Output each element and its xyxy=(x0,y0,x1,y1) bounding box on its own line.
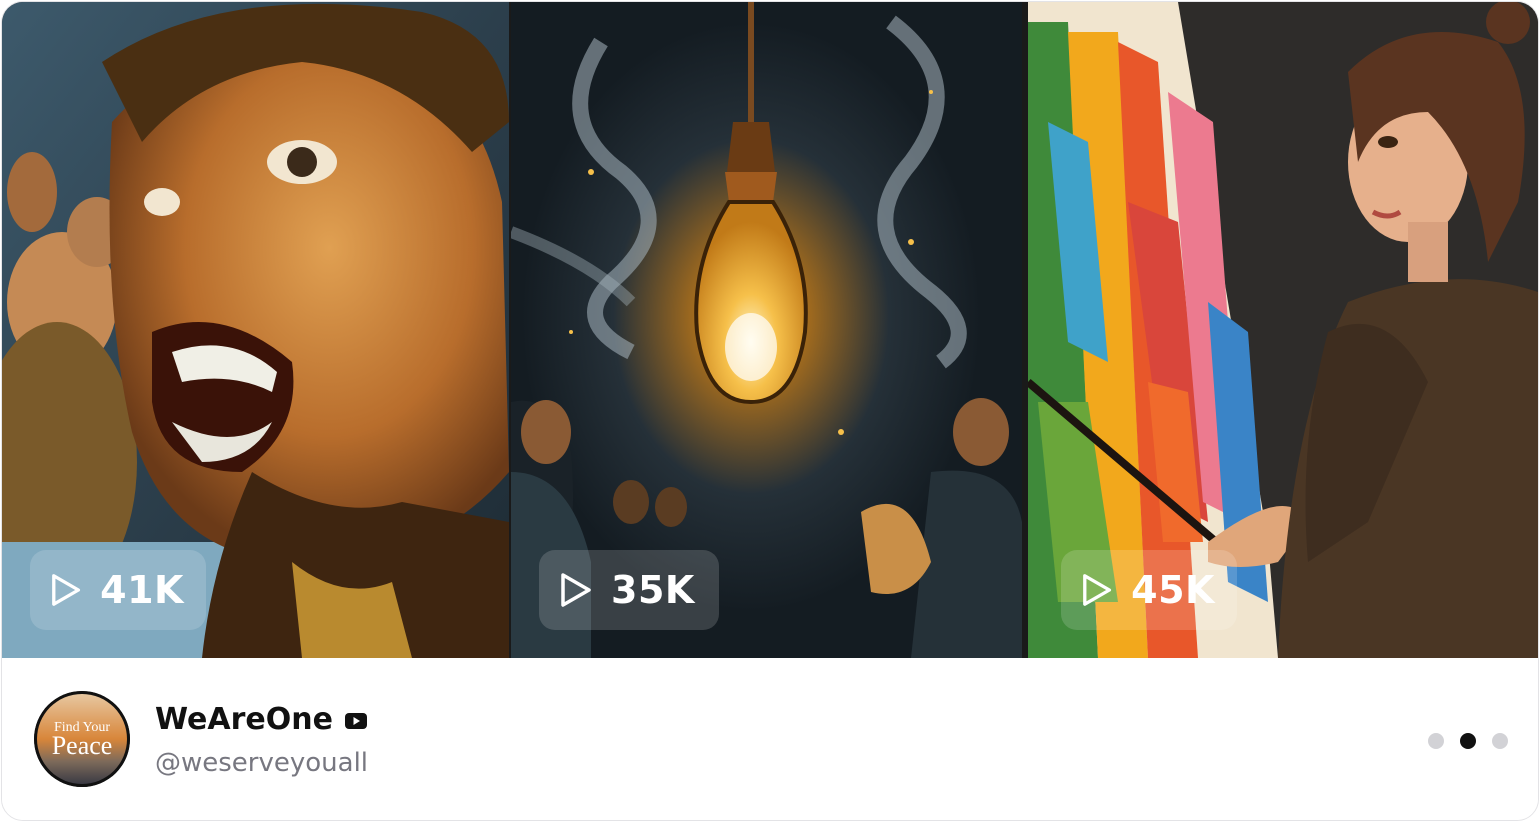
play-icon xyxy=(52,574,81,606)
channel-footer: Find Your Peace WeAreOne @weserveyouall xyxy=(2,658,1538,820)
video-tile-1[interactable]: 41K xyxy=(2,2,509,658)
carousel-pagination xyxy=(1428,733,1508,749)
view-count-badge: 45K xyxy=(1061,550,1237,630)
channel-name[interactable]: WeAreOne xyxy=(155,702,333,737)
avatar-image: Find Your Peace xyxy=(34,691,130,787)
video-tile-2[interactable]: 35K xyxy=(511,2,1022,658)
avatar-line-2: Peace xyxy=(52,731,113,760)
video-gallery: 41K 35K 45K xyxy=(2,2,1538,658)
pagination-dot-2[interactable] xyxy=(1460,733,1476,749)
pagination-dot-3[interactable] xyxy=(1492,733,1508,749)
video-tile-3[interactable]: 45K xyxy=(1028,2,1538,658)
view-count-badge: 41K xyxy=(30,550,206,630)
view-count: 35K xyxy=(611,568,695,612)
channel-card: 41K 35K 45K Find Your Peace WeAreOne @we… xyxy=(1,1,1539,821)
play-icon xyxy=(1083,574,1112,606)
play-icon xyxy=(561,573,591,607)
youtube-icon xyxy=(344,712,367,729)
view-count-badge: 35K xyxy=(539,550,719,630)
view-count: 45K xyxy=(1131,568,1215,612)
view-count: 41K xyxy=(100,568,184,612)
pagination-dot-1[interactable] xyxy=(1428,733,1444,749)
channel-name-row[interactable]: WeAreOne xyxy=(155,702,367,737)
channel-avatar[interactable]: Find Your Peace xyxy=(34,691,130,787)
channel-handle[interactable]: @weserveyouall xyxy=(155,748,368,778)
